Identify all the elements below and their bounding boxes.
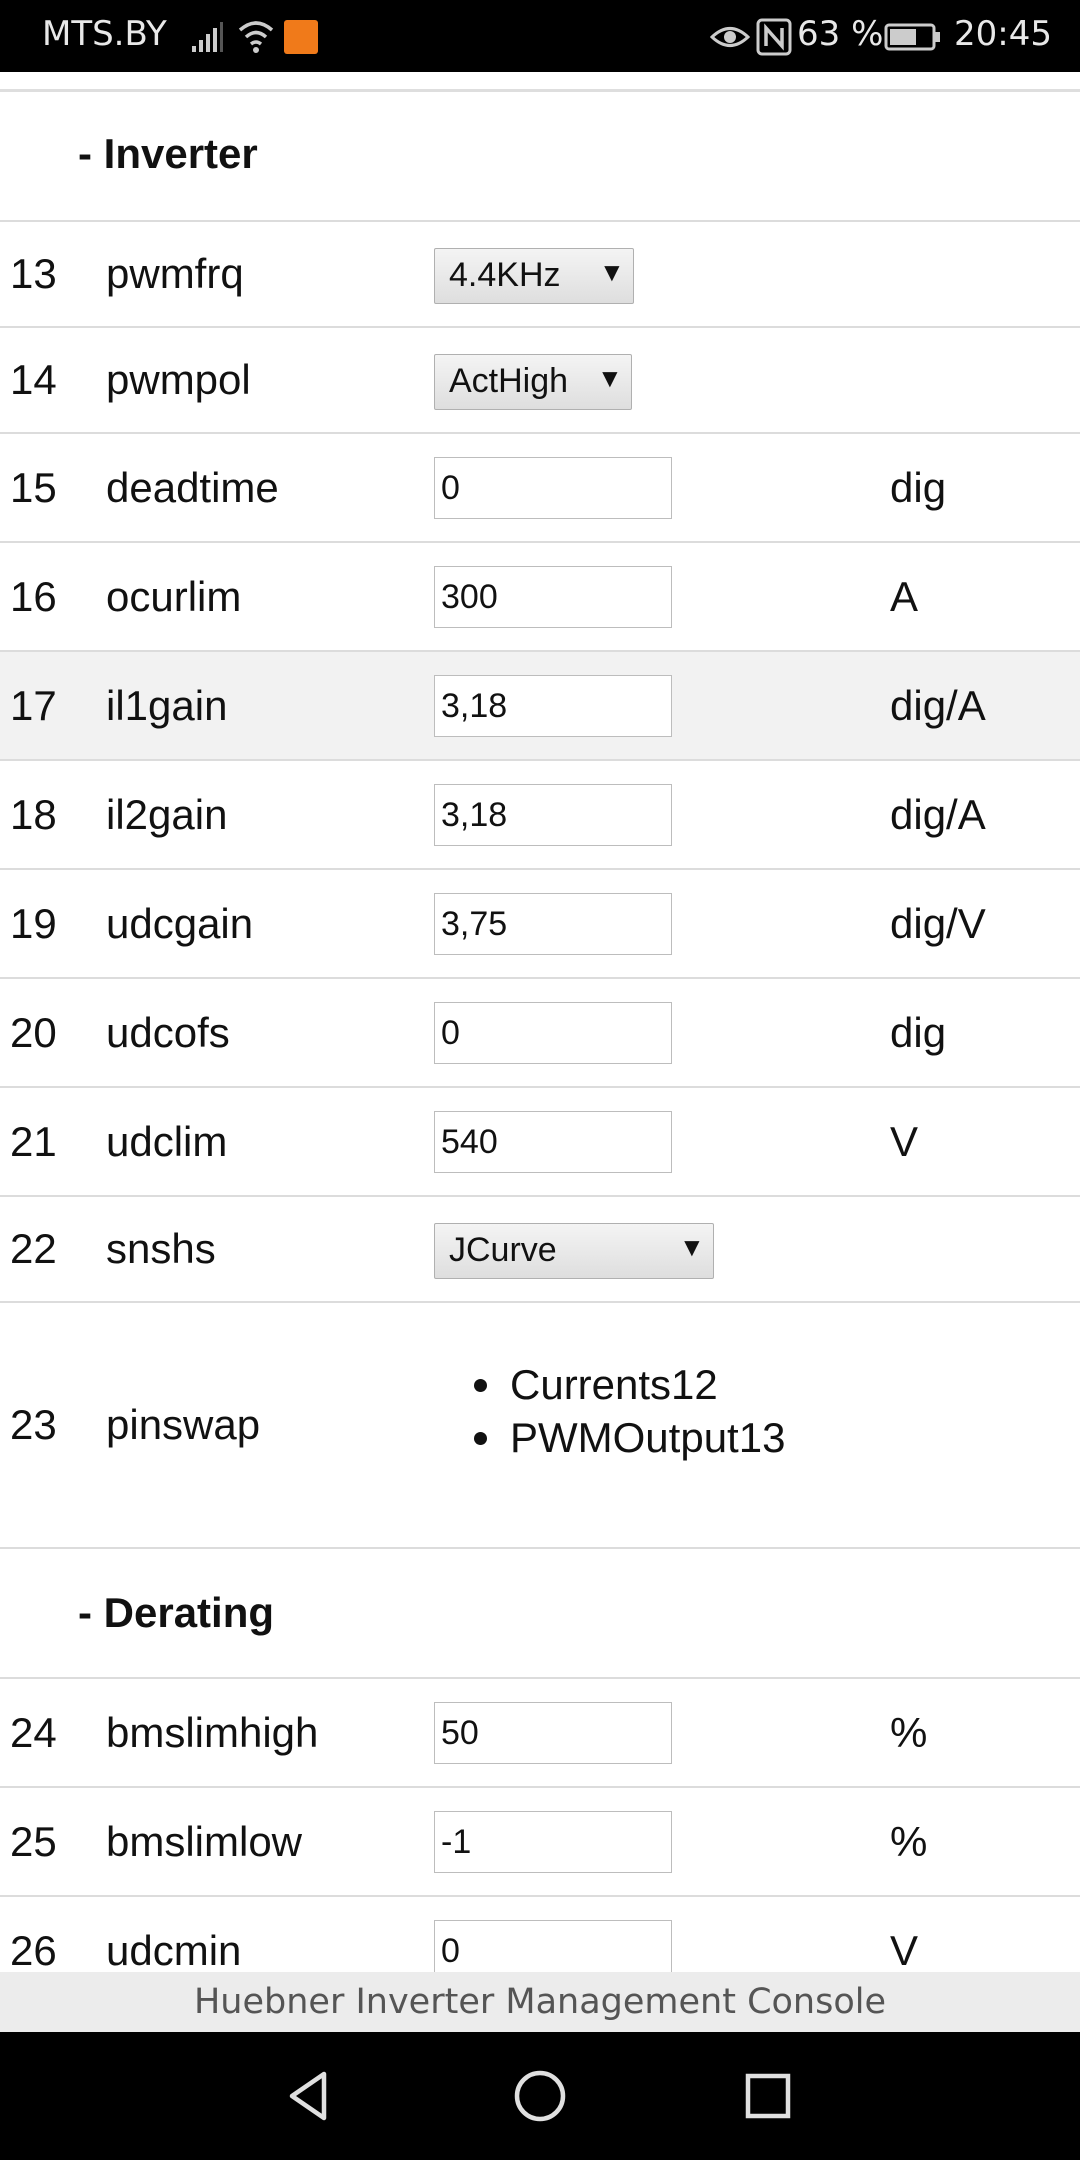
param-name: pinswap	[106, 1401, 261, 1448]
param-unit: A	[890, 573, 919, 620]
param-name: il2gain	[106, 791, 228, 838]
pwmpol-select[interactable]: ActHigh ▼	[434, 354, 632, 410]
param-unit: V	[890, 1118, 919, 1165]
param-number: 24	[10, 1709, 57, 1756]
ocurlim-input[interactable]	[434, 566, 672, 628]
il1gain-input[interactable]	[434, 675, 672, 737]
param-number: 25	[10, 1818, 57, 1865]
dropdown-arrow-icon: ▼	[679, 1232, 705, 1262]
param-name: udcgain	[106, 900, 254, 947]
parameter-list[interactable]: - Inverter 13 pwmfrq 4.4KHz ▼ 14 pwmpol …	[0, 72, 1080, 1972]
param-row-il2gain: 18 il2gain dig/A	[0, 761, 1080, 870]
param-unit: V	[890, 1927, 919, 1972]
param-row-il1gain: 17 il1gain dig/A	[0, 652, 1080, 761]
section-title[interactable]: - Derating	[78, 1589, 274, 1637]
param-row-deadtime: 15 deadtime dig	[0, 434, 1080, 543]
udcgain-input[interactable]	[434, 893, 672, 955]
section-header-inverter[interactable]: - Inverter	[0, 92, 1080, 222]
param-name: bmslimhigh	[106, 1709, 319, 1756]
section-title[interactable]: - Inverter	[78, 130, 258, 178]
param-name: ocurlim	[106, 573, 242, 620]
param-number: 22	[10, 1225, 57, 1272]
pinswap-options: Currents12 PWMOutput13	[474, 1358, 785, 1464]
param-row-udclim: 21 udclim V	[0, 1088, 1080, 1197]
param-number: 17	[10, 682, 57, 729]
param-row-snshs: 22 snshs JCurve ▼	[0, 1197, 1080, 1303]
param-name: udclim	[106, 1118, 228, 1165]
param-number: 13	[10, 250, 57, 297]
param-row-bmslimlow: 25 bmslimlow %	[0, 1788, 1080, 1897]
param-number: 19	[10, 900, 57, 947]
bullet-icon	[474, 1379, 487, 1392]
param-unit: dig	[890, 1009, 947, 1056]
param-name: udcmin	[106, 1927, 242, 1972]
il2gain-input[interactable]	[434, 784, 672, 846]
dropdown-arrow-icon: ▼	[599, 257, 625, 287]
signal-icon	[192, 22, 223, 52]
eye-icon	[710, 27, 750, 47]
list-item[interactable]: Currents12	[474, 1358, 785, 1411]
param-number: 23	[10, 1401, 57, 1448]
param-name: il1gain	[106, 682, 228, 729]
udcmin-input[interactable]	[434, 1920, 672, 1972]
app-footer: Huebner Inverter Management Console	[0, 1972, 1080, 2032]
param-name: bmslimlow	[106, 1818, 303, 1865]
carrier-name: MTS.BY	[42, 14, 167, 54]
nfc-icon	[756, 18, 792, 56]
back-icon[interactable]	[278, 2066, 338, 2126]
param-number: 14	[10, 356, 57, 403]
param-unit: %	[890, 1818, 928, 1865]
list-item[interactable]: PWMOutput13	[474, 1411, 785, 1464]
param-unit: dig/A	[890, 682, 986, 729]
param-unit: %	[890, 1709, 928, 1756]
deadtime-input[interactable]	[434, 457, 672, 519]
bmslimhigh-input[interactable]	[434, 1702, 672, 1764]
param-unit: dig	[890, 464, 947, 511]
param-row-udcofs: 20 udcofs dig	[0, 979, 1080, 1088]
param-name: udcofs	[106, 1009, 230, 1056]
system-nav-bar	[0, 2032, 1080, 2160]
param-row-pwmfrq: 13 pwmfrq 4.4KHz ▼	[0, 222, 1080, 328]
home-icon[interactable]	[510, 2066, 570, 2126]
wifi-icon	[238, 21, 274, 53]
app-notification-icon	[284, 20, 318, 54]
param-name: pwmfrq	[106, 250, 244, 297]
param-number: 21	[10, 1118, 57, 1165]
param-name: deadtime	[106, 464, 279, 511]
param-row-bmslimhigh: 24 bmslimhigh %	[0, 1679, 1080, 1788]
status-bar: MTS.BY 63 % 20:45	[0, 0, 1080, 72]
battery-percent: 63 %	[797, 14, 884, 54]
dropdown-arrow-icon: ▼	[597, 363, 623, 393]
param-name: snshs	[106, 1225, 216, 1272]
param-name: pwmpol	[106, 356, 251, 403]
recents-icon[interactable]	[738, 2066, 798, 2126]
param-row-ocurlim: 16 ocurlim A	[0, 543, 1080, 652]
param-number: 20	[10, 1009, 57, 1056]
clock: 20:45	[954, 14, 1052, 54]
pwmfrq-select[interactable]: 4.4KHz ▼	[434, 248, 634, 304]
param-number: 18	[10, 791, 57, 838]
param-unit: dig/A	[890, 791, 986, 838]
udclim-input[interactable]	[434, 1111, 672, 1173]
bmslimlow-input[interactable]	[434, 1811, 672, 1873]
snshs-select[interactable]: JCurve ▼	[434, 1223, 714, 1279]
param-unit: dig/V	[890, 900, 986, 947]
param-number: 15	[10, 464, 57, 511]
section-header-derating[interactable]: - Derating	[0, 1549, 1080, 1679]
param-row-pwmpol: 14 pwmpol ActHigh ▼	[0, 328, 1080, 434]
param-row-pinswap: 23 pinswap Currents12 PWMOutput13	[0, 1303, 1080, 1549]
param-row-udcgain: 19 udcgain dig/V	[0, 870, 1080, 979]
param-number: 26	[10, 1927, 57, 1972]
udcofs-input[interactable]	[434, 1002, 672, 1064]
param-row-udcmin: 26 udcmin V	[0, 1897, 1080, 1972]
battery-icon	[884, 23, 940, 51]
param-number: 16	[10, 573, 57, 620]
bullet-icon	[474, 1432, 487, 1445]
